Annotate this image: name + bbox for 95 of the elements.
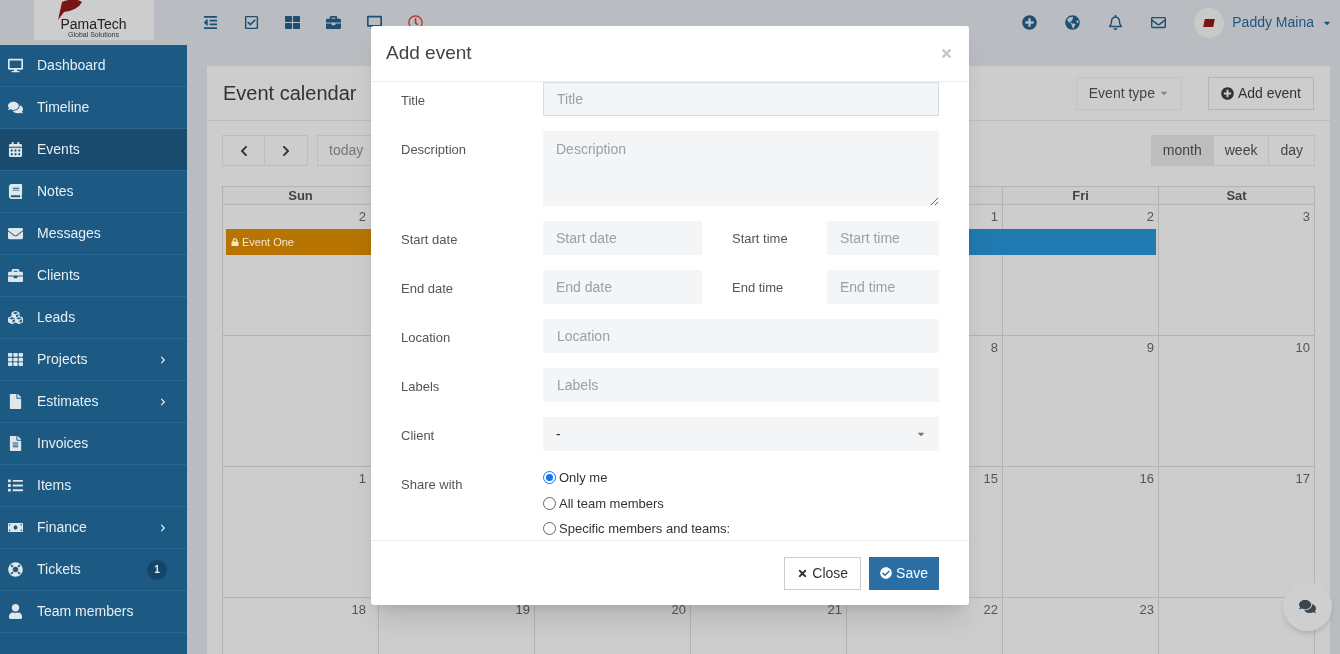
grid-icon [8,352,23,367]
day-number: 10 [1295,340,1310,355]
text-field[interactable]: Location [543,319,939,353]
envelope-icon[interactable] [1151,15,1167,30]
sidebar-item[interactable]: Items [0,465,187,507]
day-number: 9 [1146,340,1154,355]
lifebuoy-icon [8,562,23,577]
grid-icon[interactable] [285,15,300,30]
field-label: Share with [401,476,464,494]
calendar-icon [8,142,23,157]
field-label: End time [731,279,785,297]
close-button[interactable]: Close [784,556,862,590]
day-number: 22 [983,602,998,617]
outdent-icon[interactable] [203,15,218,30]
day-header: Sat [1159,187,1315,205]
globe-icon[interactable] [1065,15,1081,30]
sidebar-item[interactable]: Clients [0,255,187,297]
day-number: 2 [358,209,366,224]
cubes-icon [8,310,23,325]
select-field[interactable]: - [543,417,939,451]
document-icon [8,436,23,451]
day-number: 15 [983,471,998,486]
person-icon [8,604,23,619]
sidebar-item[interactable]: Projects [0,339,187,381]
day-number: 16 [1139,471,1154,486]
close-icon [797,567,809,579]
field-label: Labels [401,378,441,396]
day-number: 23 [1139,602,1154,617]
view-tab[interactable]: day [1268,135,1315,166]
event-type-dropdown[interactable]: Event type [1075,76,1182,110]
radio-option[interactable]: All team members [543,493,731,513]
field-label: Start time [731,230,789,248]
bell-icon[interactable] [1108,15,1124,30]
text-field[interactable]: Start time [827,221,939,255]
view-tab[interactable]: week [1212,135,1270,166]
text-field[interactable]: Labels [543,368,939,402]
checkbox-icon[interactable] [244,15,259,30]
sidebar-item[interactable]: Estimates [0,381,187,423]
day-number: 2 [1146,209,1154,224]
book-icon [8,184,23,199]
field-label: Description [401,141,468,159]
briefcase-icon[interactable] [326,15,341,30]
field-label: Title [401,92,427,110]
sidebar-item[interactable]: Notes [0,171,187,213]
chat-bubbles-icon [8,100,23,115]
field-label: Location [401,329,452,347]
avatar-icon [1194,7,1225,38]
banknote-icon [8,520,23,535]
previous-button[interactable] [222,135,265,166]
sidebar-item[interactable]: Invoices [0,423,187,465]
text-field[interactable]: Title [543,82,939,116]
day-header: Fri [1003,187,1159,205]
text-field[interactable]: Start date [543,221,702,255]
text-field[interactable]: End time [827,270,939,304]
day-number: 1 [358,471,366,486]
chevron-right-icon [280,144,292,157]
chat-icon [1299,598,1316,615]
textarea-field[interactable]: Description [543,131,939,206]
field-label: Start date [401,231,459,249]
day-number: 20 [671,602,686,617]
add-icon[interactable] [1022,15,1038,30]
logo-name: PamaTech [60,17,127,31]
save-button[interactable]: Save [869,556,939,590]
sidebar-item[interactable]: Team members [0,591,187,633]
monitor-icon [8,58,23,73]
day-number: 17 [1295,471,1310,486]
sidebar-item[interactable]: Tickets 1 [0,549,187,591]
sidebar-item[interactable]: Events [0,129,187,171]
file-icon [8,394,23,409]
briefcase-icon [8,268,23,283]
add-event-button[interactable]: Add event [1207,76,1314,110]
count-badge: 1 [147,559,167,580]
dialog-title: Add event [386,41,472,66]
next-button[interactable] [265,135,308,166]
field-label: Client [401,427,436,445]
radio-option[interactable]: Only me [543,468,731,488]
day-number: 19 [515,602,530,617]
lock-icon [231,238,239,246]
sidebar-item[interactable]: Finance [0,507,187,549]
sidebar-item[interactable]: Leads [0,297,187,339]
user-menu[interactable]: Paddy Maina [1194,7,1332,38]
radio-option[interactable]: Specific members and teams: [543,519,731,539]
page-title: Event calendar [223,81,357,106]
text-field[interactable]: End date [543,270,702,304]
day-number: 21 [827,602,842,617]
envelope-icon [8,226,23,241]
field-label: End date [401,280,455,298]
list-icon [8,478,23,493]
day-number: 1 [990,209,998,224]
day-number: 3 [1302,209,1310,224]
day-number: 8 [990,340,998,355]
view-tab[interactable]: month [1150,135,1214,166]
day-number: 18 [351,602,366,617]
sidebar-item[interactable]: Messages [0,213,187,255]
sidebar-item[interactable]: Dashboard [0,45,187,87]
